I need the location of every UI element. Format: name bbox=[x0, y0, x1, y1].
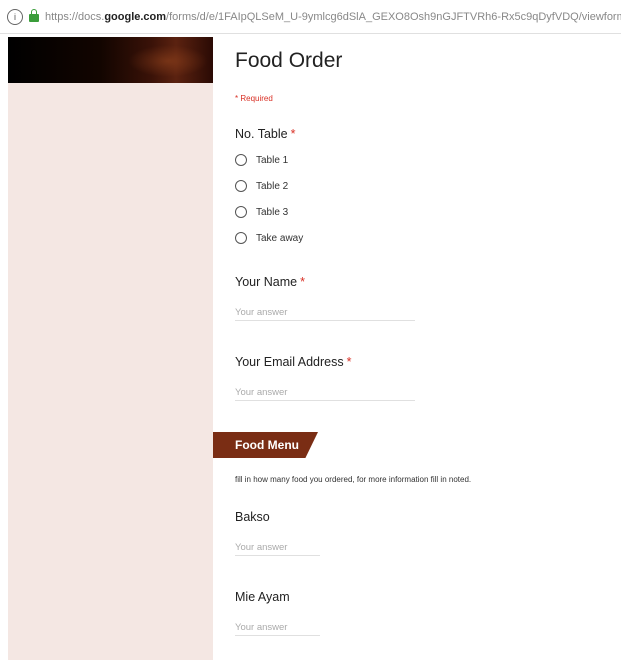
required-star: * bbox=[300, 275, 305, 289]
lock-icon bbox=[29, 9, 39, 22]
radio-icon[interactable] bbox=[235, 206, 247, 218]
radio-option-table-3[interactable]: Table 3 bbox=[235, 206, 288, 218]
section-header-food-menu: Food Menu bbox=[213, 432, 318, 458]
info-icon[interactable]: i bbox=[7, 8, 23, 25]
mie-ayam-input[interactable]: Your answer bbox=[235, 622, 287, 633]
radio-icon[interactable] bbox=[235, 154, 247, 166]
bakso-input-underline bbox=[235, 555, 320, 556]
required-star: * bbox=[346, 355, 352, 369]
question-table-label: No. Table * bbox=[235, 127, 296, 141]
form-title: Food Order bbox=[235, 49, 343, 72]
email-input[interactable]: Your answer bbox=[235, 387, 287, 398]
question-email-label: Your Email Address * bbox=[235, 355, 352, 369]
name-input[interactable]: Your answer bbox=[235, 307, 287, 318]
question-bakso-label: Bakso bbox=[235, 510, 270, 524]
radio-option-take-away[interactable]: Take away bbox=[235, 232, 303, 244]
email-input-underline bbox=[235, 400, 415, 401]
header-banner-image bbox=[8, 37, 213, 83]
mie-ayam-input-underline bbox=[235, 635, 320, 636]
radio-option-table-1[interactable]: Table 1 bbox=[235, 154, 288, 166]
radio-option-table-2[interactable]: Table 2 bbox=[235, 180, 288, 192]
required-star: * bbox=[290, 127, 296, 141]
radio-icon[interactable] bbox=[235, 232, 247, 244]
bakso-input[interactable]: Your answer bbox=[235, 542, 287, 553]
page-background-left bbox=[8, 37, 213, 660]
address-bar[interactable]: i https://docs.google.com/forms/d/e/1FAI… bbox=[0, 0, 621, 34]
section-description: fill in how many food you ordered, for m… bbox=[235, 475, 472, 484]
required-note: * Required bbox=[235, 94, 273, 103]
question-mie-ayam-label: Mie Ayam bbox=[235, 590, 290, 604]
name-input-underline bbox=[235, 320, 415, 321]
url-text[interactable]: https://docs.google.com/forms/d/e/1FAIpQ… bbox=[45, 11, 621, 23]
question-name-label: Your Name * bbox=[235, 275, 305, 289]
radio-icon[interactable] bbox=[235, 180, 247, 192]
